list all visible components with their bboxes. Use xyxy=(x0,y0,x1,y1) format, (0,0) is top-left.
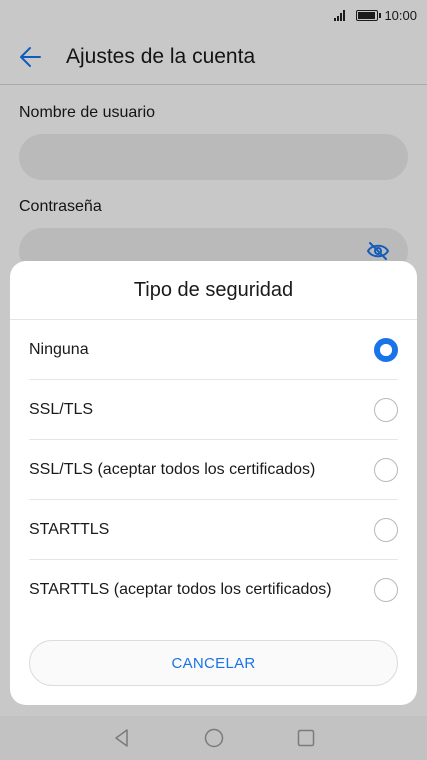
radio-unchecked-icon[interactable] xyxy=(374,457,398,482)
option-starttls-accept-all[interactable]: STARTTLS (aceptar todos los certificados… xyxy=(29,560,398,620)
option-label: STARTTLS xyxy=(29,520,110,538)
option-label: SSL/TLS xyxy=(29,400,94,418)
option-starttls[interactable]: STARTTLS xyxy=(29,500,398,560)
cancel-button[interactable]: CANCELAR xyxy=(29,640,398,686)
security-options-list: Ninguna SSL/TLS SSL/TLS (aceptar todos l… xyxy=(10,320,417,620)
option-ssl-tls[interactable]: SSL/TLS xyxy=(29,380,398,440)
security-type-dialog: Tipo de seguridad Ninguna SSL/TLS SSL/TL… xyxy=(10,261,417,705)
radio-unchecked-icon[interactable] xyxy=(374,517,398,542)
radio-unchecked-icon[interactable] xyxy=(374,578,398,602)
option-label: SSL/TLS (aceptar todos los certificados) xyxy=(29,460,316,478)
option-label: Ninguna xyxy=(29,340,89,358)
radio-checked-icon[interactable] xyxy=(374,337,398,362)
option-ninguna[interactable]: Ninguna xyxy=(29,320,398,380)
radio-unchecked-icon[interactable] xyxy=(374,397,398,422)
option-label: STARTTLS (aceptar todos los certificados… xyxy=(29,581,332,598)
dialog-title: Tipo de seguridad xyxy=(10,261,417,320)
option-ssl-tls-accept-all[interactable]: SSL/TLS (aceptar todos los certificados) xyxy=(29,440,398,500)
